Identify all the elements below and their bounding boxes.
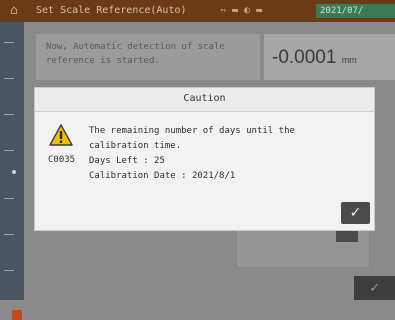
dialog-header: Caution xyxy=(35,88,374,112)
error-code: C0035 xyxy=(48,155,76,165)
sidebar-tick[interactable] xyxy=(4,234,14,235)
background-ok-button[interactable]: ✓ xyxy=(354,276,395,300)
message-line-1: The remaining number of days until the xyxy=(89,126,295,136)
caution-dialog: Caution C0035 The remaining number of da… xyxy=(34,87,375,231)
value-number: -0.0001 xyxy=(272,47,337,68)
calibration-date: Calibration Date : 2021/8/1 xyxy=(89,171,236,181)
measured-value: -0.0001 mm xyxy=(272,46,395,70)
ok-button[interactable]: ✓ xyxy=(341,202,370,224)
sidebar-alert-icon[interactable] xyxy=(12,310,22,320)
title-bar: ⌂ Set Scale Reference(Auto) ⇔ ▬ ◐ ▬ 2021… xyxy=(0,0,395,22)
window-title: Set Scale Reference(Auto) xyxy=(36,5,187,16)
sidebar xyxy=(0,22,24,320)
date-badge: 2021/07/ xyxy=(316,4,395,18)
sidebar-tick[interactable] xyxy=(4,270,14,271)
message-line-2: calibration time. xyxy=(89,141,182,151)
warning-triangle-icon xyxy=(49,124,73,146)
status-message: Now, Automatic detection of scale refere… xyxy=(46,42,225,66)
dialog-title: Caution xyxy=(183,93,226,104)
sidebar-tick[interactable] xyxy=(4,78,14,79)
sidebar-tick[interactable] xyxy=(4,114,14,115)
sidebar-tick[interactable] xyxy=(4,198,14,199)
status-icons: ⇔ ▬ ◐ ▬ xyxy=(220,5,263,16)
home-icon[interactable]: ⌂ xyxy=(6,3,22,19)
days-left: Days Left : 25 xyxy=(89,156,165,166)
sidebar-tick[interactable] xyxy=(4,42,14,43)
value-unit: mm xyxy=(341,55,357,65)
sidebar-tick[interactable] xyxy=(4,150,14,151)
sidebar-dot-icon xyxy=(12,170,16,174)
